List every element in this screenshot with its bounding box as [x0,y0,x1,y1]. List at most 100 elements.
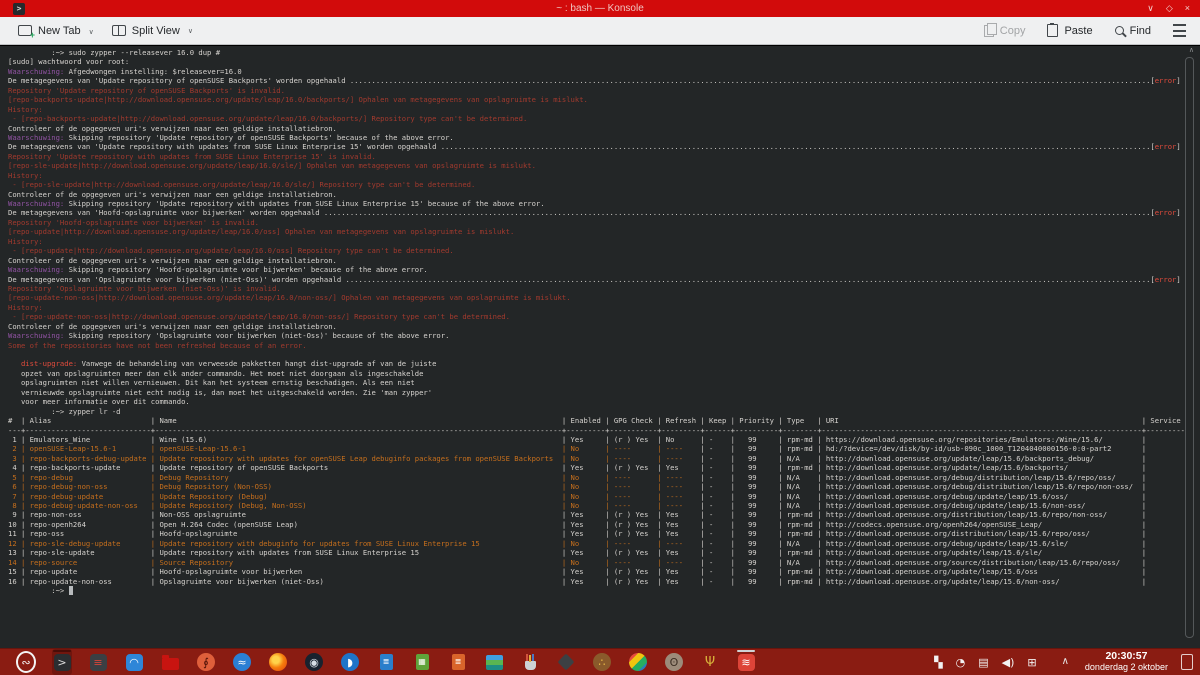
taskbar-falkon-browser[interactable]: ≈ [232,649,252,675]
orange-circle-app-glyph: ∮ [203,657,209,668]
taskbar-steam[interactable]: ◉ [304,649,324,675]
terminal-line: De metagegevens van 'Update repository o… [8,76,1200,85]
scrollbar-up-arrow-icon[interactable]: ∧ [1189,47,1194,54]
copy-label: Copy [1000,25,1026,37]
brush-cup-app-icon [525,661,536,670]
split-view-button[interactable]: Split View ∨ [112,25,193,37]
taskbar-opensuse-launcher[interactable]: ∾ [16,649,36,675]
red-waves-app-running-indicator [737,650,755,652]
terminal-line: [repo-update|http://download.opensuse.or… [8,227,1200,236]
copy-button[interactable]: Copy [984,25,1026,37]
toolbar-right-group: Copy Paste Find [984,24,1186,37]
tray-clipboard-icon[interactable]: ▤ [978,657,988,668]
terminal-line: 14 | repo-source | Source Repository | N… [8,558,1200,567]
taskbar-libreoffice-writer[interactable]: ≣ [376,649,396,675]
find-icon [1115,26,1124,35]
steam-icon: ◉ [305,653,323,671]
taskbar-layers-app[interactable] [484,649,504,675]
tray-volume-icon[interactable]: ◀) [1002,657,1015,668]
konsole-icon: > [54,654,71,671]
orange-circle-app-icon: ∮ [197,653,215,671]
terminal-line: [sudo] wachtwoord voor root: [8,57,1200,66]
paste-label: Paste [1064,25,1092,37]
paste-button[interactable]: Paste [1047,24,1092,37]
new-tab-dropdown-chevron-icon[interactable]: ∨ [89,28,94,36]
split-view-dropdown-chevron-icon[interactable]: ∨ [188,27,193,35]
gimp-icon: ʘ [665,653,683,671]
terminal-line: De metagegevens van 'Update repository w… [8,142,1200,151]
maximize-icon[interactable]: ◇ [1166,4,1173,13]
terminal-line: 4 | repo-backports-update | Update repos… [8,463,1200,472]
terminal-line: Waarschuwing: Skipping repository 'Updat… [8,199,1200,208]
system-settings-icon: ≡ [90,654,107,671]
find-button[interactable]: Find [1115,25,1151,37]
falkon-browser-glyph: ≈ [237,657,246,668]
tray-displays-icon[interactable]: ⊞ [1027,657,1036,668]
discover-glyph: ◠ [129,657,139,668]
taskbar-clock[interactable]: 20:30:57 donderdag 2 oktober [1085,651,1168,672]
libreoffice-impress-icon: ≣ [452,654,465,670]
opensuse-launcher-icon: ∾ [16,651,36,673]
tray-expander-icon[interactable]: ∧ [1062,657,1069,667]
taskbar-red-waves-app[interactable]: ≋ [736,649,756,675]
terminal-line: 9 | repo-non-oss | Non-OSS opslagruimte … [8,510,1200,519]
terminal-line: opslagruimten niet willen vernieuwen. Di… [8,378,1200,387]
terminal-line: 6 | repo-debug-non-oss | Debug Repositor… [8,482,1200,491]
window-controls: ∨ ◇ × [1147,0,1190,17]
taskbar-discover[interactable]: ◠ [124,649,144,675]
terminal-line: Controleer of de opgegeven uri's verwijz… [8,256,1200,265]
taskbar-gimp[interactable]: ʘ [664,649,684,675]
find-label: Find [1130,25,1151,37]
taskbar-dolphin-file-manager[interactable] [160,649,180,675]
terminal-line: 12 | repo-sle-debug-update | Update repo… [8,539,1200,548]
window-titlebar[interactable]: > ~ : bash — Konsole ∨ ◇ × [0,0,1200,17]
new-tab-icon [18,25,32,36]
taskbar-palette-app[interactable]: ∴ [592,649,612,675]
terminal-line: Controleer of de opgegeven uri's verwijz… [8,322,1200,331]
libreoffice-writer-icon: ≣ [380,654,393,670]
taskbar-orange-circle-app[interactable]: ∮ [196,649,216,675]
show-desktop-button[interactable] [1181,654,1193,670]
split-view-label: Split View [132,25,180,37]
copy-icon [984,25,994,37]
terminal-line: Controleer of de opgegeven uri's verwijz… [8,190,1200,199]
taskbar-libreoffice-calc[interactable]: ▦ [412,649,432,675]
terminal-line: History: [8,105,1200,114]
terminal-line: 10 | repo-openh264 | Open H.264 Codec (o… [8,520,1200,529]
terminal-line: 3 | repo-backports-debug-update | Update… [8,454,1200,463]
taskbar-thunderbird[interactable]: ◗ [340,649,360,675]
layers-app-icon [486,655,503,670]
terminal-line: [repo-update-non-oss|http://download.ope… [8,293,1200,302]
terminal-line: 11 | repo-oss | Hoofd-opslagruimte | Yes… [8,529,1200,538]
terminal-line: ---+-----------------------------+------… [8,426,1200,435]
tray-app-icon[interactable]: ▚ [934,657,942,668]
close-icon[interactable]: × [1185,4,1190,13]
konsole-running-indicator [53,650,71,652]
desktop: > ~ : bash — Konsole ∨ ◇ × New Tab ∨ Spl… [0,0,1200,675]
dolphin-file-manager-icon [162,658,179,670]
taskbar-darktable[interactable] [556,649,576,675]
taskbar-libreoffice-impress[interactable]: ≣ [448,649,468,675]
libreoffice-impress-glyph: ≣ [455,658,462,666]
terminal-line: 8 | repo-debug-update-non-oss | Update R… [8,501,1200,510]
split-view-icon [112,25,126,36]
tray-input-method-icon[interactable]: ◔ [956,657,966,668]
taskbar-brush-cup-app[interactable] [520,649,540,675]
terminal-viewport[interactable]: :~> sudo zypper --releasever 16.0 dup #[… [0,46,1200,648]
terminal-line: De metagegevens van 'Opslagruimte voor b… [8,275,1200,284]
taskbar-wine-glass-app[interactable]: Ψ [700,649,720,675]
minimize-icon[interactable]: ∨ [1147,4,1154,13]
terminal-line: Controleer of de opgegeven uri's verwijz… [8,124,1200,133]
konsole-toolbar: New Tab ∨ Split View ∨ Copy Paste Find [0,17,1200,45]
terminal-scrollbar[interactable] [1185,57,1194,638]
taskbar-system-settings[interactable]: ≡ [88,649,108,675]
menu-button[interactable] [1173,24,1186,37]
taskbar-krita[interactable] [628,649,648,675]
taskbar-konsole[interactable]: > [52,649,72,675]
new-tab-button[interactable]: New Tab ∨ [18,25,94,37]
terminal-line: 16 | repo-update-non-oss | Opslagruimte … [8,577,1200,586]
darktable-icon [558,654,575,671]
terminal-line: - [repo-update-non-oss|http://download.o… [8,312,1200,321]
terminal-line: opzet van opslagruimten meer dan elk and… [8,369,1200,378]
taskbar-firefox[interactable] [268,649,288,675]
